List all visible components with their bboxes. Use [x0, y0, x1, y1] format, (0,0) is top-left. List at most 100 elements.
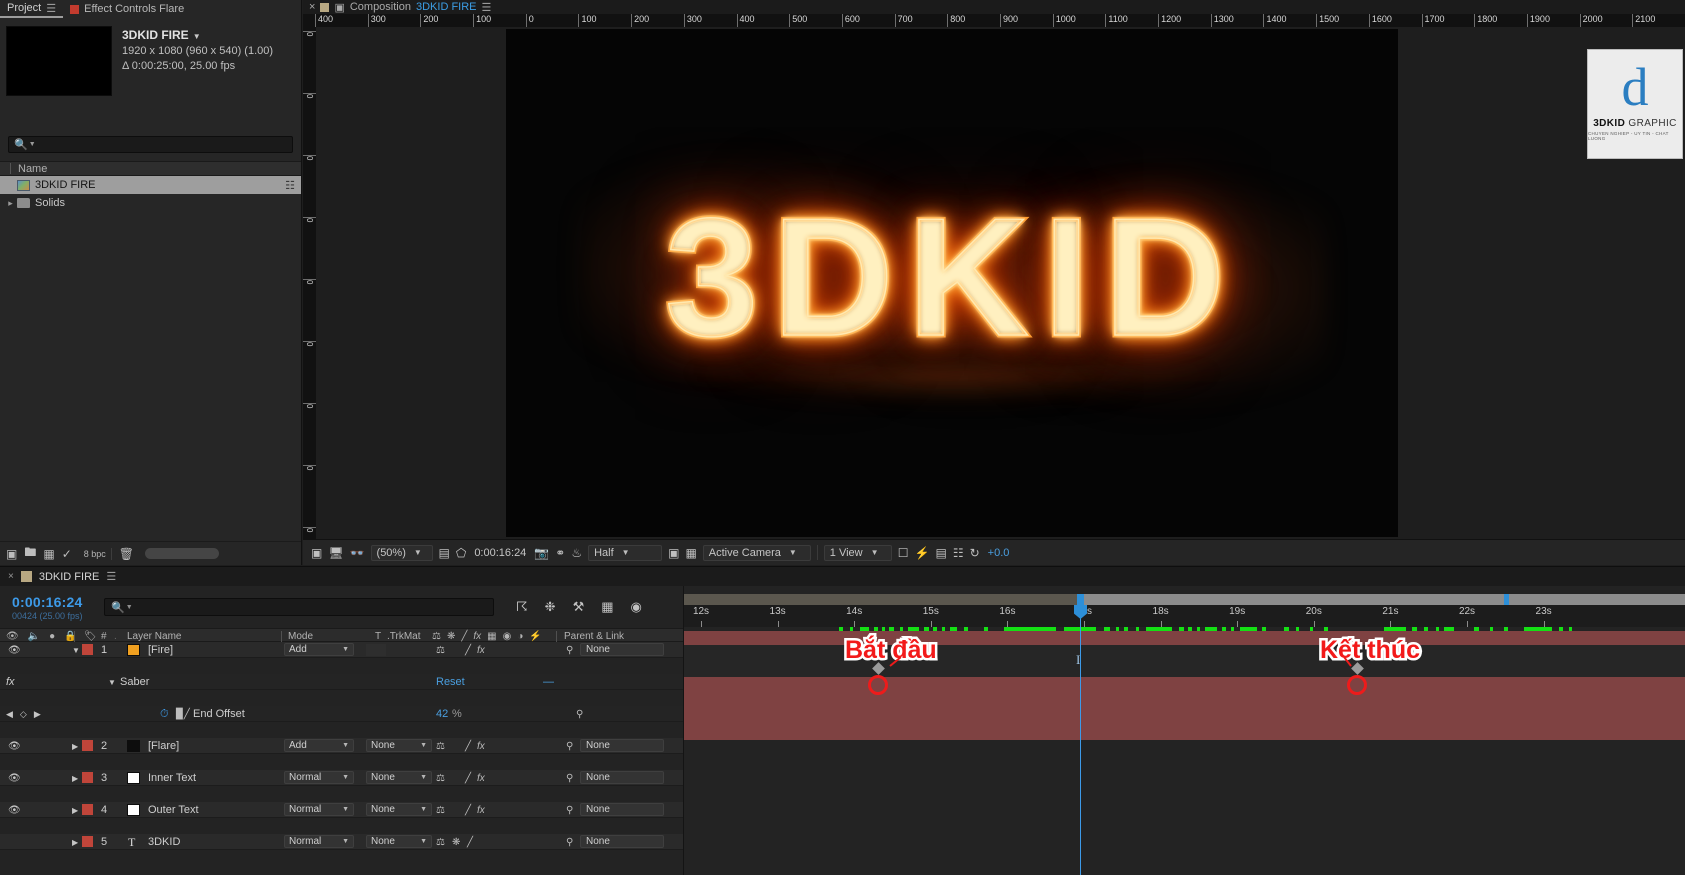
column-name-label[interactable]: Name	[18, 163, 47, 175]
layer-label-color[interactable]	[82, 836, 93, 847]
channel-select-icon[interactable]: ♨	[571, 546, 582, 560]
stopwatch-icon[interactable]: ⏱	[160, 706, 169, 722]
magnification-select[interactable]: (50%) ▼	[371, 545, 433, 561]
show-snapshot-icon[interactable]: ⚭	[555, 546, 565, 560]
continuous-rasterize-icon[interactable]: ❋	[452, 834, 460, 850]
track-property-end-offset[interactable]	[684, 661, 1685, 677]
3d-layer-icon[interactable]: ⚖	[436, 834, 445, 850]
composition-viewer[interactable]: 3DKID d 3DKID GRAPHIC CHUYEN NGHIEP - UY…	[316, 27, 1685, 539]
comp-flowchart-icon[interactable]: ☷	[953, 546, 964, 560]
expand-arrow-icon[interactable]: ▶	[72, 802, 78, 818]
project-item-row-composition[interactable]: 3DKID FIRE ☷	[0, 176, 301, 194]
composition-tab-name[interactable]: 3DKID FIRE	[416, 1, 477, 13]
fx-icon[interactable]: fx	[477, 770, 485, 786]
track-bar-layer-2[interactable]	[684, 677, 1685, 692]
keyframe-toggle-icon[interactable]: ◇	[20, 709, 27, 720]
parent-pickwhip-icon[interactable]: ⚲	[566, 770, 573, 786]
always-preview-icon[interactable]: ▣	[311, 546, 322, 560]
expand-arrow-icon[interactable]: ▶	[72, 770, 78, 786]
3d-layer-icon[interactable]: ⚖	[436, 642, 445, 658]
draft-3d-icon[interactable]: ◉	[631, 599, 642, 615]
new-folder-icon[interactable]: 🖿	[24, 543, 36, 564]
fx-icon[interactable]: fx	[6, 674, 15, 690]
track-matte-select[interactable]: None ▼	[366, 771, 432, 784]
track-bar-layer-1[interactable]	[684, 631, 1685, 645]
graph-editor-icon[interactable]: ▉╱	[176, 706, 190, 722]
snapshot-icon[interactable]: 📷	[534, 546, 549, 560]
3d-layer-icon[interactable]: ⚖	[436, 802, 445, 818]
shy-icon[interactable]: ☈	[516, 599, 528, 615]
project-scrollbar[interactable]	[145, 548, 219, 559]
layer-parent-select[interactable]: None	[580, 739, 664, 752]
layer-visibility-toggle[interactable]: 👁	[8, 802, 21, 818]
track-bar-layer-5[interactable]	[684, 724, 1685, 740]
project-search-input[interactable]: 🔍 ▼	[8, 136, 293, 153]
panel-menu-icon[interactable]: ☰	[482, 1, 492, 14]
camera-select[interactable]: Active Camera ▼	[703, 545, 811, 561]
layer-mode-select[interactable]: Normal ▼	[284, 835, 354, 848]
track-matte-select[interactable]: None ▼	[366, 835, 432, 848]
3d-layer-icon[interactable]: ⚖	[436, 770, 445, 786]
property-value[interactable]: 42	[436, 706, 448, 722]
effect-reset-button[interactable]: Reset	[436, 674, 465, 690]
bit-depth-label[interactable]: 8 bpc	[79, 548, 112, 560]
track-matte-select[interactable]: None ▼	[366, 739, 432, 752]
effect-about-label[interactable]: —	[543, 674, 554, 690]
motion-blur-slash-icon[interactable]: ╱	[465, 642, 471, 658]
fx-icon[interactable]: fx	[477, 738, 485, 754]
column-mode-label[interactable]: Mode	[288, 631, 313, 642]
layer-name[interactable]: [Fire]	[148, 642, 173, 658]
3d-layer-icon[interactable]: ⚖	[436, 738, 445, 754]
expand-arrow-icon[interactable]: ▶	[72, 834, 78, 850]
expand-arrow-icon[interactable]: ▼	[72, 642, 80, 658]
next-keyframe-icon[interactable]: ▶	[34, 709, 41, 720]
time-ruler[interactable]: 12s13s14s15s16s17s18s19s20s21s22s23s	[684, 605, 1685, 627]
column-index-label[interactable]: #	[101, 631, 107, 642]
expand-arrow-icon[interactable]: ▸	[4, 198, 17, 209]
chevron-down-icon[interactable]: ▼	[193, 32, 201, 41]
fast-previews-icon[interactable]: ⚡	[915, 546, 930, 560]
expand-arrow-icon[interactable]: ▼	[108, 674, 116, 690]
playhead[interactable]	[1080, 605, 1081, 875]
resolution-select[interactable]: Half ▼	[588, 545, 662, 561]
region-of-interest-icon[interactable]: ⬠	[456, 546, 466, 560]
pixel-aspect-correction-icon[interactable]: ☐	[898, 546, 909, 560]
column-t-label[interactable]: T	[375, 631, 381, 642]
track-bar-layer-4[interactable]	[684, 708, 1685, 724]
close-icon[interactable]: ×	[8, 571, 14, 582]
frame-blending-icon[interactable]: ❉	[545, 599, 556, 615]
toggle-transparency-icon[interactable]: 🖥	[328, 546, 343, 560]
timeline-graph-area[interactable]: 12s13s14s15s16s17s18s19s20s21s22s23s I	[683, 586, 1685, 875]
new-composition-icon[interactable]: ▦	[43, 547, 54, 561]
layer-parent-select[interactable]: None	[580, 771, 664, 784]
motion-blur-slash-icon[interactable]: ╱	[465, 770, 471, 786]
layer-visibility-toggle[interactable]: 👁	[8, 770, 21, 786]
current-time-display[interactable]: 0:00:16:24 00424 (25.00 fps)	[0, 594, 96, 621]
fx-icon[interactable]: fx	[477, 642, 485, 658]
track-matte-box[interactable]	[366, 644, 386, 656]
layer-mode-select[interactable]: Add ▼	[284, 643, 354, 656]
effect-name[interactable]: Saber	[120, 674, 149, 690]
motion-blur-slash-icon[interactable]: ╱	[465, 738, 471, 754]
layer-label-color[interactable]	[82, 804, 93, 815]
layer-parent-select[interactable]: None	[580, 643, 664, 656]
delete-icon[interactable]: 🗑	[119, 547, 134, 561]
views-select[interactable]: 1 View ▼	[824, 545, 892, 561]
layer-parent-select[interactable]: None	[580, 835, 664, 848]
layer-visibility-toggle[interactable]: 👁	[8, 738, 21, 754]
motion-blur-icon[interactable]: ⚒	[573, 599, 585, 615]
previous-keyframe-icon[interactable]: ◀	[6, 709, 13, 720]
parent-pickwhip-icon[interactable]: ⚲	[566, 738, 573, 754]
layer-name[interactable]: Inner Text	[148, 770, 196, 786]
motion-blur-slash-icon[interactable]: ╱	[467, 834, 473, 850]
column-parent-label[interactable]: Parent & Link	[564, 631, 624, 642]
layer-name[interactable]: 3DKID	[148, 834, 180, 850]
work-area-start-handle[interactable]	[1077, 594, 1084, 605]
track-bar-layer-3[interactable]	[684, 692, 1685, 708]
3d-glasses-icon[interactable]: 👓	[350, 546, 365, 560]
toggle-mask-icon[interactable]: ▣	[668, 546, 679, 560]
layer-label-color[interactable]	[82, 772, 93, 783]
tab-project[interactable]: Project ☰	[0, 0, 63, 18]
parent-pickwhip-icon[interactable]: ⚲	[566, 834, 573, 850]
layer-name[interactable]: [Flare]	[148, 738, 179, 754]
